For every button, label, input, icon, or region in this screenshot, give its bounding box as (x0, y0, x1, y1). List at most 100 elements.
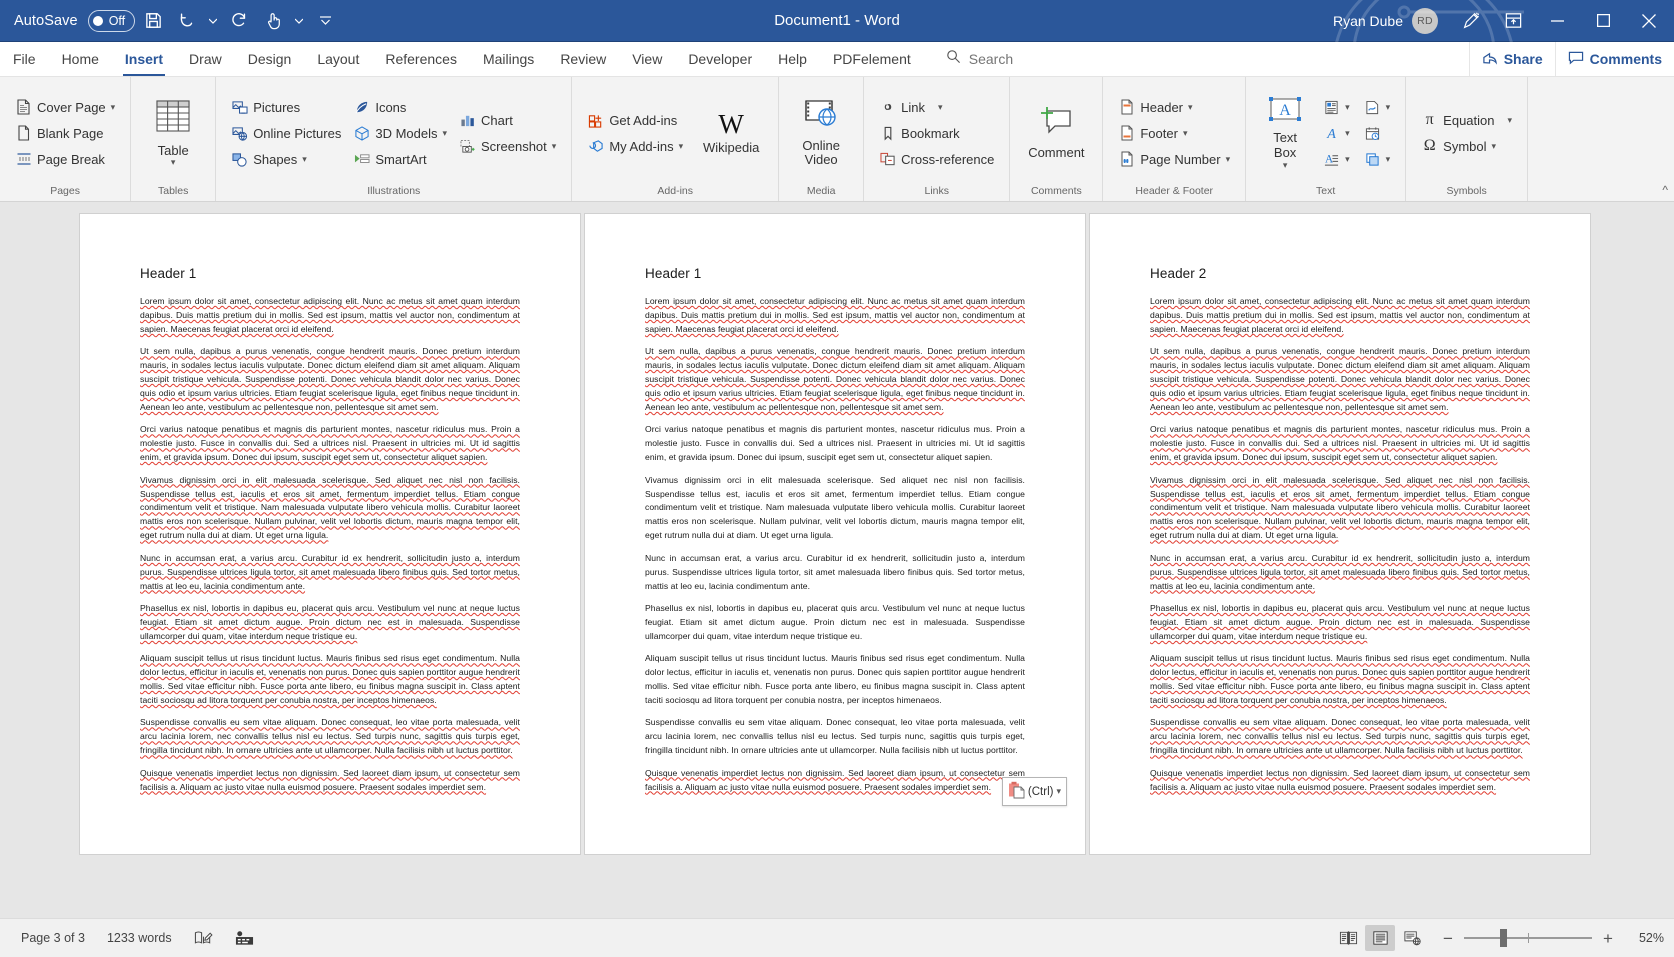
proofing-errors-icon[interactable] (183, 930, 224, 946)
chevron-down-icon[interactable]: ▾ (1345, 102, 1350, 112)
chevron-down-icon[interactable]: ▾ (1283, 160, 1288, 170)
get-add-ins-button[interactable]: Get Add-ins (582, 108, 688, 132)
chevron-down-icon[interactable]: ▾ (1226, 154, 1231, 164)
table-button[interactable]: Table ▾ (141, 97, 205, 170)
maximize-icon[interactable] (1580, 0, 1626, 42)
chevron-down-icon[interactable]: ▾ (442, 128, 447, 138)
cross-reference-button[interactable]: Cross-reference (874, 147, 999, 171)
customize-quick-access-toolbar-icon[interactable] (309, 6, 341, 36)
chevron-down-icon[interactable]: ▾ (1508, 115, 1513, 125)
document-page-1[interactable]: Header 1 Lorem ipsum dolor sit amet, con… (79, 213, 581, 855)
symbol-button[interactable]: Ω Symbol ▾ (1416, 134, 1517, 158)
comments-button[interactable]: Comments (1554, 42, 1674, 76)
zoom-in-icon[interactable]: + (1601, 930, 1615, 947)
chevron-down-icon[interactable]: ▾ (302, 154, 307, 164)
tab-insert[interactable]: Insert (112, 42, 176, 76)
tab-pdfelement[interactable]: PDFelement (820, 42, 924, 76)
ribbon-display-options-icon[interactable] (1492, 0, 1534, 42)
link-button[interactable]: Link ▾ (874, 95, 999, 119)
screenshot-button[interactable]: Screenshot ▾ (454, 134, 561, 158)
page-break-button[interactable]: Page Break (10, 147, 120, 171)
tab-developer[interactable]: Developer (675, 42, 765, 76)
chevron-down-icon[interactable]: ▾ (679, 141, 684, 151)
word-count[interactable]: 1233 words (96, 931, 183, 945)
chevron-down-icon[interactable]: ▾ (111, 102, 116, 112)
page-number-button[interactable]: Page Number ▾ (1113, 147, 1235, 171)
tab-view[interactable]: View (619, 42, 675, 76)
bookmark-button[interactable]: Bookmark (874, 121, 999, 145)
undo-dropdown-caret[interactable] (205, 6, 221, 36)
online-video-button[interactable]: Online Video (789, 96, 853, 171)
header-button[interactable]: Header ▾ (1113, 95, 1235, 119)
chevron-down-icon[interactable]: ▾ (1386, 102, 1391, 112)
tab-references[interactable]: References (372, 42, 470, 76)
accessibility-checker-icon[interactable] (224, 930, 265, 946)
search-input[interactable] (968, 51, 1219, 67)
ink-pen-icon[interactable] (1450, 0, 1492, 42)
document-page-2[interactable]: Header 1 Lorem ipsum dolor sit amet, con… (584, 213, 1086, 855)
web-layout-icon[interactable] (1397, 925, 1427, 951)
zoom-out-icon[interactable]: − (1441, 930, 1455, 947)
zoom-control[interactable]: − + 52% (1441, 929, 1664, 947)
wordart-button[interactable]: A ▾ (1318, 121, 1355, 145)
cover-page-button[interactable]: Cover Page ▾ (10, 95, 120, 119)
chevron-down-icon[interactable]: ▾ (1386, 154, 1391, 164)
paste-options-button[interactable]: (Ctrl) ▾ (1001, 777, 1067, 806)
zoom-slider[interactable] (1464, 929, 1592, 947)
page-indicator[interactable]: Page 3 of 3 (10, 931, 96, 945)
zoom-level[interactable]: 52% (1624, 931, 1664, 945)
chevron-down-icon[interactable]: ▾ (552, 141, 557, 151)
save-icon[interactable] (137, 6, 169, 36)
tab-review[interactable]: Review (547, 42, 619, 76)
shapes-button[interactable]: Shapes ▾ (226, 147, 346, 171)
tab-mailings[interactable]: Mailings (470, 42, 547, 76)
read-mode-icon[interactable] (1333, 925, 1363, 951)
chevron-down-icon[interactable]: ▾ (938, 102, 943, 112)
tab-design[interactable]: Design (235, 42, 305, 76)
document-page-3[interactable]: Header 2 Lorem ipsum dolor sit amet, con… (1089, 213, 1591, 855)
chevron-down-icon[interactable]: ▾ (1183, 128, 1188, 138)
icons-button[interactable]: Icons (348, 95, 452, 119)
tab-home[interactable]: Home (49, 42, 112, 76)
equation-button[interactable]: π Equation ▾ (1416, 108, 1517, 132)
close-icon[interactable] (1626, 0, 1672, 42)
undo-icon[interactable] (171, 6, 203, 36)
new-comment-button[interactable]: Comment (1020, 103, 1092, 163)
redo-icon[interactable] (223, 6, 255, 36)
drop-cap-button[interactable]: A ▾ (1318, 147, 1355, 171)
minimize-icon[interactable] (1534, 0, 1580, 42)
pictures-button[interactable]: Pictures (226, 95, 346, 119)
my-add-ins-button[interactable]: My Add-ins ▾ (582, 134, 688, 158)
share-button[interactable]: Share (1468, 42, 1555, 76)
collapse-ribbon-icon[interactable]: ^ (1662, 183, 1668, 197)
footer-button[interactable]: Footer ▾ (1113, 121, 1235, 145)
tab-file[interactable]: File (0, 42, 49, 76)
document-canvas[interactable]: Header 1 Lorem ipsum dolor sit amet, con… (0, 202, 1674, 918)
chevron-down-icon[interactable]: ▾ (1492, 141, 1497, 151)
tab-help[interactable]: Help (765, 42, 820, 76)
chevron-down-icon[interactable]: ▾ (1345, 128, 1350, 138)
print-layout-icon[interactable] (1365, 925, 1395, 951)
search-box[interactable] (946, 42, 1219, 76)
touch-mode-dropdown-caret[interactable] (291, 6, 307, 36)
zoom-slider-thumb[interactable] (1500, 929, 1507, 947)
date-and-time-button[interactable] (1359, 121, 1396, 145)
avatar[interactable]: RD (1412, 7, 1438, 34)
chevron-down-icon[interactable]: ▾ (1056, 787, 1061, 796)
tab-layout[interactable]: Layout (304, 42, 372, 76)
quick-parts-button[interactable]: ▾ (1318, 95, 1355, 119)
chevron-down-icon[interactable]: ▾ (1188, 102, 1193, 112)
blank-page-button[interactable]: Blank Page (10, 121, 120, 145)
wikipedia-button[interactable]: W Wikipedia (694, 109, 768, 158)
online-pictures-button[interactable]: Online Pictures (226, 121, 346, 145)
object-button[interactable]: ▾ (1359, 147, 1396, 171)
smartart-button[interactable]: SmartArt (348, 147, 452, 171)
autosave-toggle[interactable]: Off (87, 9, 136, 32)
signature-line-button[interactable]: ▾ (1359, 95, 1396, 119)
tab-draw[interactable]: Draw (176, 42, 235, 76)
touch-mode-icon[interactable] (257, 6, 289, 36)
3d-models-button[interactable]: 3D Models ▾ (348, 121, 452, 145)
text-box-button[interactable]: A Text Box ▾ (1256, 94, 1314, 172)
chart-button[interactable]: Chart (454, 108, 561, 132)
chevron-down-icon[interactable]: ▾ (171, 158, 176, 167)
